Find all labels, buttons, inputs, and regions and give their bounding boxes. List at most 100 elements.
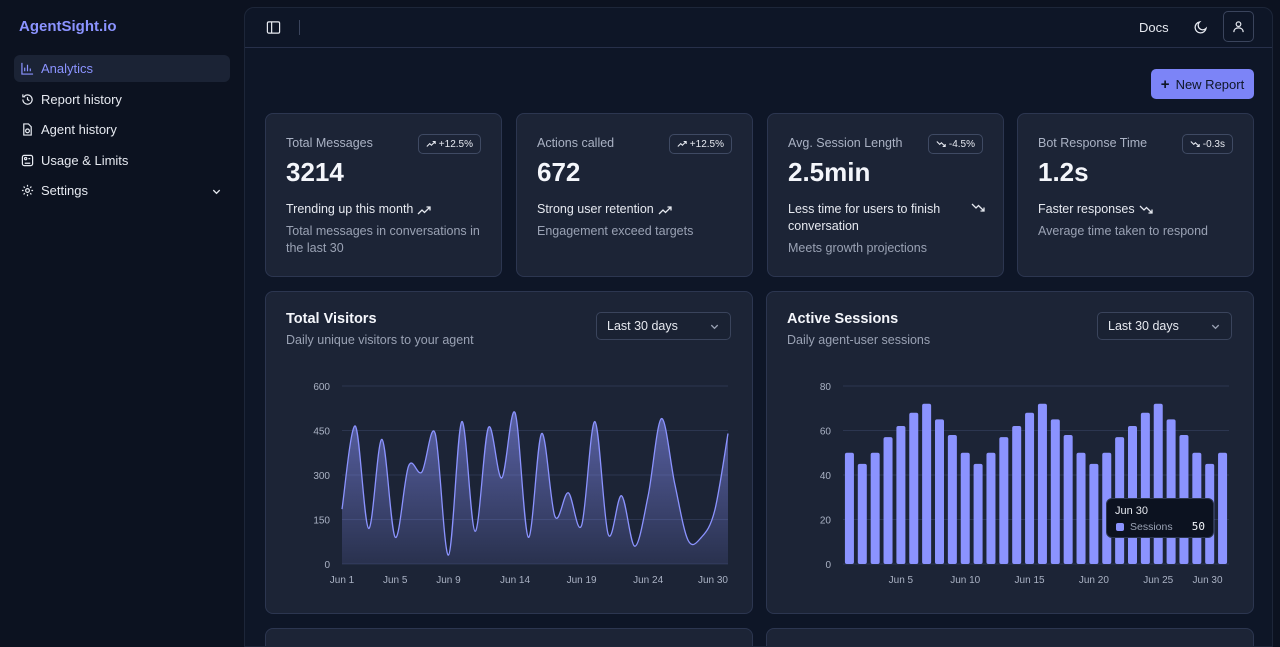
y-tick-label: 60	[820, 427, 832, 438]
data-point	[553, 515, 556, 518]
chart-tooltip: Jun 30 Sessions 50	[1106, 498, 1214, 538]
trend-down-icon	[936, 141, 946, 148]
x-tick-label: Jun 24	[633, 575, 663, 586]
data-point	[474, 530, 477, 533]
data-point	[700, 536, 703, 539]
status-badge: +12.5%	[668, 134, 732, 154]
agent-file-icon	[21, 123, 34, 136]
x-tick-label: Jun 20	[1079, 575, 1109, 586]
tooltip-value: 50	[1191, 520, 1205, 533]
history-icon	[21, 93, 34, 106]
stat-description: Meets growth projections	[788, 241, 927, 255]
stat-label: Avg. Session Length	[788, 136, 903, 150]
trend-up-icon	[658, 206, 672, 215]
docs-link[interactable]: Docs	[1139, 20, 1169, 35]
data-point	[593, 420, 596, 423]
sessions-bar	[973, 463, 983, 564]
sidebar: AgentSight.io Analytics Report history A…	[0, 0, 244, 647]
tooltip-swatch	[1116, 523, 1124, 531]
chart-card-active-sessions: Active Sessions Daily agent-user session…	[766, 291, 1254, 614]
x-tick-label: Jun 1	[330, 575, 355, 586]
stat-value: 1.2s	[1038, 157, 1089, 187]
data-point	[407, 465, 410, 468]
moon-icon[interactable]	[1193, 19, 1209, 35]
data-point	[567, 491, 570, 494]
stat-trend: Faster responses	[1038, 201, 1153, 218]
sessions-bar	[1127, 426, 1138, 564]
y-tick-label: 300	[313, 471, 330, 482]
gear-icon	[21, 184, 34, 197]
chart-card-bottom-left	[265, 628, 753, 646]
status-badge: -0.3s	[1181, 134, 1233, 154]
badge-value: +12.5%	[438, 138, 473, 150]
sessions-bar	[947, 434, 957, 564]
sidebar-item-label: Agent history	[41, 122, 117, 137]
sessions-bar	[1063, 434, 1073, 564]
new-report-button[interactable]: + New Report	[1151, 69, 1254, 99]
x-tick-label: Jun 25	[1143, 575, 1173, 586]
stat-trend-text: Strong user retention	[537, 202, 654, 216]
y-tick-label: 450	[313, 427, 330, 438]
trend-up-icon	[677, 140, 687, 147]
sessions-bar	[909, 412, 919, 564]
sessions-bar	[1076, 452, 1086, 564]
sessions-bar	[1218, 452, 1228, 564]
data-point	[713, 509, 716, 512]
data-point	[380, 438, 383, 441]
sidebar-item-settings[interactable]: Settings	[14, 177, 230, 204]
data-point	[660, 417, 663, 420]
data-point	[620, 494, 623, 497]
data-point	[540, 432, 543, 435]
y-tick-label: 40	[820, 471, 832, 482]
stat-trend-text: Faster responses	[1038, 202, 1135, 216]
sessions-bar-chart[interactable]: 0 20 40 60 80 Jun 5 Jun 10 Jun 15 Jun 20 Jun 25 Ju…	[767, 292, 1253, 613]
x-tick-label: Jun 30	[1193, 575, 1223, 586]
sessions-bar	[999, 437, 1009, 564]
status-badge: +12.5%	[417, 134, 481, 154]
data-point	[434, 432, 437, 435]
sessions-bar	[960, 452, 970, 564]
data-point	[500, 476, 503, 479]
tooltip-date: Jun 30	[1115, 505, 1149, 517]
sessions-bar	[1012, 426, 1022, 564]
sidebar-item-report-history[interactable]: Report history	[14, 86, 230, 113]
visitors-area-chart[interactable]: 0 150 300 450 600 Jun 1 Jun 5 Jun 9 Jun 14 Jun 19…	[266, 292, 752, 613]
user-button[interactable]	[1223, 11, 1254, 42]
sessions-bar	[883, 437, 893, 564]
sidebar-item-agent-history[interactable]: Agent history	[14, 116, 230, 143]
sidebar-item-analytics[interactable]: Analytics	[14, 55, 230, 82]
data-point	[447, 554, 450, 557]
new-report-label: New Report	[1175, 76, 1245, 92]
sessions-bar	[1140, 412, 1150, 564]
y-tick-label: 20	[820, 516, 832, 527]
badge-value: +12.5%	[689, 138, 724, 150]
sidebar-item-label: Settings	[41, 183, 88, 198]
stat-description: Total messages in conversations in the l…	[286, 224, 480, 255]
sessions-bar	[1089, 463, 1099, 564]
y-tick-label: 600	[313, 382, 330, 393]
bar-chart-icon	[21, 62, 34, 75]
stat-trend: Strong user retention	[537, 201, 672, 218]
data-point	[647, 494, 650, 497]
brand-logo[interactable]: AgentSight.io	[19, 18, 117, 35]
chart-card-bottom-right	[766, 628, 1254, 646]
data-point	[580, 524, 583, 527]
x-tick-label: Jun 5	[889, 575, 914, 586]
sessions-bar	[1050, 419, 1060, 564]
sidebar-toggle-icon[interactable]	[266, 20, 281, 35]
stat-trend: Less time for users to finish conversati…	[788, 201, 983, 235]
x-tick-label: Jun 10	[950, 575, 980, 586]
stat-description: Engagement exceed targets	[537, 224, 694, 238]
y-tick-label: 0	[324, 560, 330, 571]
sessions-bar	[934, 419, 945, 564]
stat-description: Average time taken to respond	[1038, 224, 1209, 238]
y-tick-label: 80	[820, 382, 832, 393]
stat-trend-text: Trending up this month	[286, 202, 414, 216]
sidebar-item-label: Report history	[41, 91, 122, 107]
sessions-bar	[1025, 412, 1035, 564]
x-tick-label: Jun 30	[698, 575, 728, 586]
stat-card-bot-response-time: Bot Response Time -0.3s 1.2s Faster resp…	[1017, 113, 1254, 277]
sidebar-item-usage-limits[interactable]: Usage & Limits	[14, 147, 230, 174]
plus-icon: +	[1160, 75, 1170, 93]
data-point	[420, 471, 423, 474]
